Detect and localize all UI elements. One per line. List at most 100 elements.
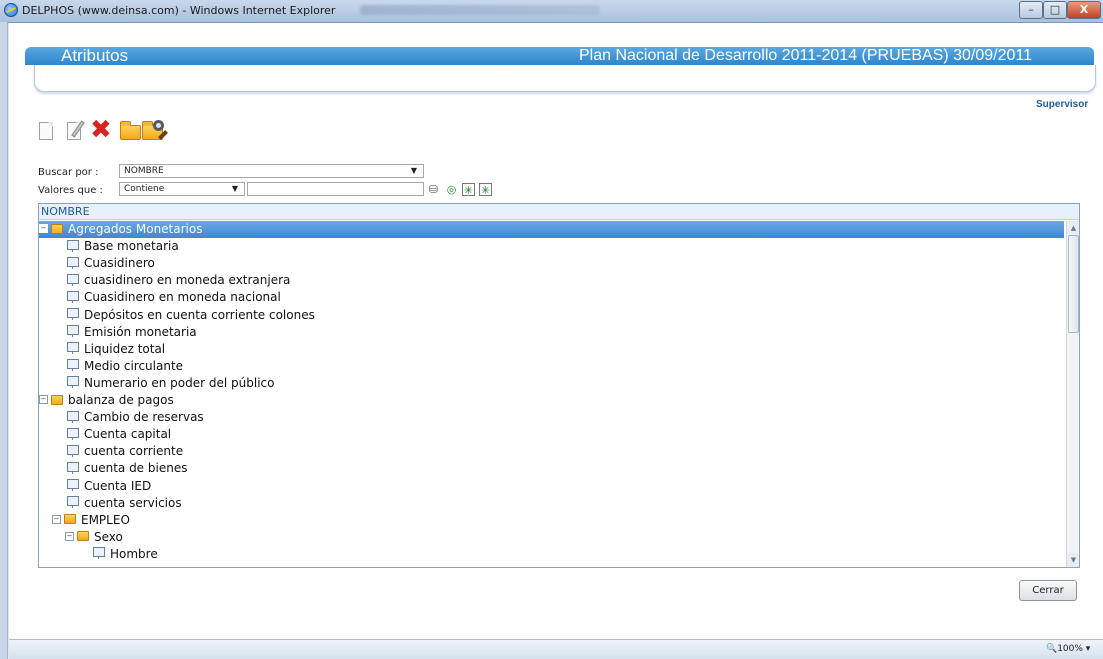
attribute-icon [67,308,79,320]
attribute-icon [67,479,79,491]
tree-leaf-row[interactable]: Cuasidinero [67,255,155,272]
minimize-button[interactable]: – [1019,1,1043,19]
tree-row-label: Base monetaria [84,239,179,254]
attribute-icon [67,444,79,457]
tree-leaf-row[interactable]: cuenta servicios [67,495,182,512]
valores-que-value: Contiene [124,184,165,194]
window-title: DELPHOS (www.deinsa.com) - Windows Inter… [22,4,336,17]
scroll-up-icon[interactable]: ▲ [1067,221,1079,235]
tree-leaf-row[interactable]: Cuenta capital [67,426,171,443]
attribute-icon [67,273,79,286]
collapse-all-icon[interactable]: ✳ [479,183,492,197]
collapse-toggle-icon[interactable]: − [52,514,61,524]
valores-que-select[interactable]: Contiene ▼ [119,182,245,196]
attribute-icon [67,496,79,509]
attribute-icon [67,342,79,355]
tree-folder-row[interactable]: − Sexo [65,529,123,546]
header-panel [34,65,1096,92]
tree-row-label: Cuenta capital [84,427,172,442]
buscar-por-select[interactable]: NOMBRE ▼ [119,164,424,178]
tree-row-label: cuasidinero en moneda extranjera [84,273,291,288]
attribute-icon [67,325,79,338]
close-window-button[interactable]: X [1067,1,1101,19]
tree-leaf-row[interactable]: Liquidez total [67,341,165,358]
open-folder-icon[interactable] [118,118,144,144]
tree-row-label: Cambio de reservas [84,410,204,425]
tree-row-label: Emisión monetaria [84,324,197,339]
tree-leaf-row[interactable]: cuenta de bienes [67,460,187,477]
folder-icon [51,394,63,405]
tree-row-label: cuenta de bienes [84,461,188,476]
tree-leaf-row[interactable]: Numerario en poder del público [67,375,274,392]
plan-title: Plan Nacional de Desarrollo 2011-2014 (P… [578,47,1032,64]
scroll-down-icon[interactable]: ▼ [1067,553,1079,567]
attribute-icon [67,427,79,440]
attribute-icon [67,376,79,389]
collapse-toggle-icon[interactable]: − [39,395,48,404]
attribute-icon [67,461,79,474]
tree-row-label: Medio circulante [84,358,184,373]
tree-leaf-row[interactable]: cuenta corriente [67,443,183,460]
tree-leaf-row[interactable]: Medio circulante [67,358,183,375]
attribute-icon [67,410,79,423]
tree-row-label: Cuasidinero [84,256,155,271]
tree-leaf-row[interactable]: cuasidinero en moneda extranjera [67,272,290,289]
tree-row-label: Hombre [110,546,158,561]
tree-row-label: cuenta corriente [84,444,184,459]
tree-row-label: Depósitos en cuenta corriente colones [84,307,315,322]
attribute-icon [67,359,79,372]
browser-logo-icon [4,3,18,17]
tree-row-label: Cuenta IED [84,478,152,493]
delete-icon[interactable]: ✖ [90,116,116,144]
tree-leaf-row[interactable]: Depósitos en cuenta corriente colones [67,307,315,324]
edit-icon[interactable] [62,118,88,144]
binoculars-icon[interactable]: ⛁ [427,183,440,196]
folder-icon [51,223,63,234]
tree-folder-row[interactable]: − balanza de pagos [39,392,174,409]
tree-row-label: cuenta servicios [84,495,182,510]
search-input[interactable] [247,182,424,196]
chevron-down-icon: ▼ [231,184,238,193]
refresh-icon[interactable]: ◎ [445,183,458,196]
scrollbar-thumb[interactable] [1068,235,1079,333]
valores-que-label: Valores que : [38,185,103,196]
attribute-icon [67,290,79,303]
cerrar-button[interactable]: Cerrar [1019,580,1077,601]
tree-row-label: Cuasidinero en moneda nacional [84,290,281,305]
page-header: Atributos Plan Nacional de Desarrollo 20… [25,47,1094,65]
tree-leaf-row[interactable]: Cambio de reservas [67,409,204,426]
zoom-level[interactable]: 🔍100% ▾ [1046,644,1090,654]
folder-icon [64,514,76,525]
buscar-por-label: Buscar por : [38,167,99,178]
collapse-toggle-icon[interactable]: − [39,224,48,233]
buscar-por-value: NOMBRE [124,166,164,176]
tree-scrollbar[interactable]: ▲ ▼ [1066,221,1079,567]
maximize-button[interactable]: □ [1043,1,1067,19]
tree-column-header[interactable]: NOMBRE [39,204,1079,220]
window-left-edge [0,22,8,659]
tree-row-label: EMPLEO [81,512,130,527]
attribute-icon [93,547,105,560]
tree-leaf-row[interactable]: Hombre [93,546,158,563]
tree-row-label: Numerario en poder del público [84,375,275,390]
tree-leaf-row[interactable]: Cuasidinero en moneda nacional [67,289,281,306]
search-icon[interactable] [142,118,168,144]
expand-all-icon[interactable]: ✳ [462,183,475,197]
attribute-tree: NOMBRE − Agregados Monetarios Base monetar… [38,203,1080,568]
collapse-toggle-icon[interactable]: − [65,531,74,541]
blurred-tab-title [360,5,600,15]
window-titlebar: DELPHOS (www.deinsa.com) - Windows Inter… [0,0,1103,23]
tree-row-label: balanza de pagos [68,393,174,407]
folder-icon [77,531,89,542]
attribute-icon [67,256,79,269]
tree-leaf-row[interactable]: Emisión monetaria [67,324,197,341]
tree-row-label: Sexo [94,529,123,544]
status-bar: 🔍100% ▾ [9,639,1103,659]
tree-leaf-row[interactable]: Cuenta IED [67,478,151,495]
tree-folder-row[interactable]: − Agregados Monetarios [39,221,1064,238]
tree-folder-row[interactable]: − EMPLEO [52,512,130,529]
user-role-link[interactable]: Supervisor [1036,99,1088,110]
new-document-icon[interactable] [34,118,60,144]
tree-row-label: Liquidez total [84,341,166,356]
tree-leaf-row[interactable]: Base monetaria [67,238,179,255]
